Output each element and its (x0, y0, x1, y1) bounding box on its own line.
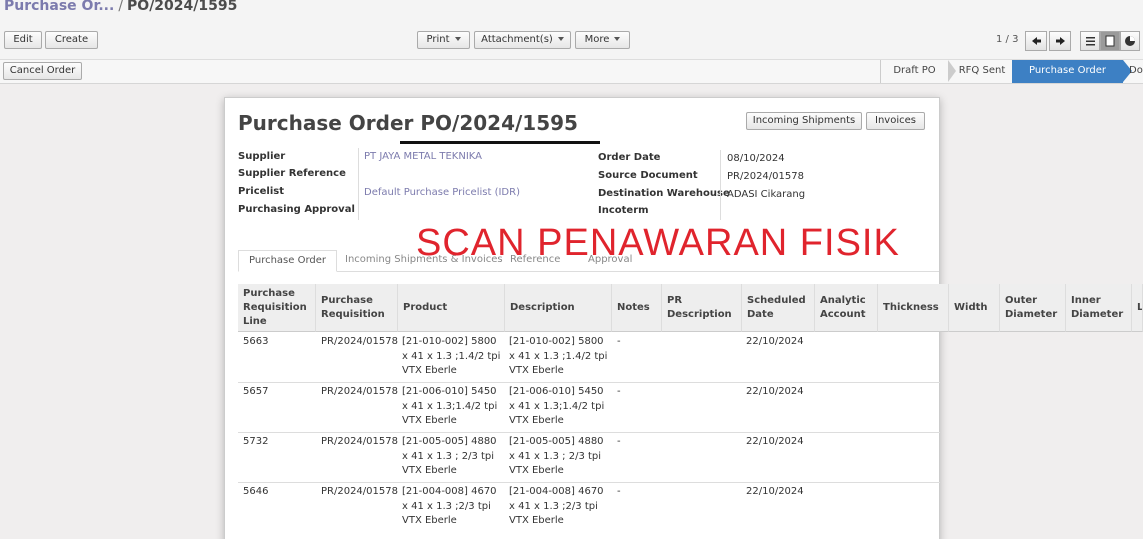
graph-view-button[interactable] (1120, 31, 1140, 51)
row-notes: - (617, 336, 621, 347)
title-number: PO/2024/1595 (420, 111, 578, 135)
row-notes: - (617, 386, 621, 397)
row-scheduled-date: 22/10/2024 (746, 436, 804, 447)
cancel-order-button[interactable]: Cancel Order (3, 62, 82, 80)
caret-down-icon (454, 37, 461, 41)
column-header[interactable]: L (1132, 284, 1143, 332)
purchasing-approval-label: Purchasing Approval (238, 204, 355, 215)
row-description: [21-004-008] 4670 x 41 x 1.3 ;2/3 tpi VT… (509, 486, 604, 526)
row-product: [21-006-010] 5450 x 41 x 1.3;1.4/2 tpi V… (402, 386, 498, 426)
row-description: [21-005-005] 4880 x 41 x 1.3 ; 2/3 tpi V… (509, 436, 604, 476)
order-date-field[interactable]: 08/10/2024 (727, 153, 785, 164)
page-title: Purchase Order PO/2024/1595 (238, 111, 578, 135)
breadcrumb-parent-link[interactable]: Purchase Or... (4, 0, 114, 14)
field-divider (358, 148, 359, 220)
column-header[interactable]: PR Description (662, 284, 742, 332)
source-document-field[interactable]: PR/2024/01578 (727, 171, 804, 182)
row-notes: - (617, 436, 621, 447)
more-dropdown[interactable]: More (575, 31, 630, 49)
row-notes: - (617, 486, 621, 497)
incoming-shipments-button[interactable]: Incoming Shipments (746, 112, 862, 130)
row-line-id: 5646 (243, 486, 269, 497)
status-bar: Cancel Order Draft PO RFQ Sent Purchase … (0, 60, 1143, 84)
form-icon (1105, 35, 1115, 47)
create-button[interactable]: Create (45, 31, 98, 49)
caret-down-icon (614, 37, 621, 41)
row-scheduled-date: 22/10/2024 (746, 486, 804, 497)
row-product: [21-004-008] 4670 x 41 x 1.3 ;2/3 tpi VT… (402, 486, 497, 526)
column-header[interactable]: Scheduled Date (742, 284, 815, 332)
pager-next-button[interactable] (1049, 31, 1071, 51)
column-header[interactable]: Width (949, 284, 1000, 332)
tab-purchase-order[interactable]: Purchase Order (238, 250, 338, 272)
order-date-label: Order Date (598, 152, 661, 163)
control-panel: Purchase Or... / PO/2024/1595 Edit Create … (0, 0, 1143, 60)
stage-rfq-sent[interactable]: RFQ Sent (950, 60, 1014, 83)
row-description: [21-006-010] 5450 x 41 x 1.3;1.4/2 tpi V… (509, 386, 605, 426)
row-requisition: PR/2024/01578 (321, 336, 398, 347)
scan-stamp-annotation: SCAN PENAWARAN FISIK (416, 222, 900, 264)
row-scheduled-date: 22/10/2024 (746, 386, 804, 397)
row-product: [21-005-005] 4880 x 41 x 1.3 ; 2/3 tpi V… (402, 436, 497, 476)
incoterm-label: Incoterm (598, 205, 649, 216)
edit-button[interactable]: Edit (4, 31, 42, 49)
column-header[interactable]: Purchase Requisition Line (238, 284, 316, 332)
column-header[interactable]: Purchase Requisition (316, 284, 398, 332)
print-label: Print (426, 34, 450, 45)
destination-warehouse-label: Destination Warehouse (598, 188, 730, 199)
pager-counter[interactable]: 1 / 3 (996, 34, 1018, 45)
column-header[interactable]: Notes (612, 284, 662, 332)
breadcrumb: Purchase Or... / PO/2024/1595 (4, 0, 237, 14)
title-prefix: Purchase Order (238, 111, 414, 135)
supplier-reference-label: Supplier Reference (238, 168, 346, 179)
source-document-label: Source Document (598, 170, 698, 181)
arrow-right-icon (1056, 37, 1065, 45)
print-dropdown[interactable]: Print (417, 31, 470, 49)
breadcrumb-current: PO/2024/1595 (127, 0, 238, 14)
row-line-id: 5663 (243, 336, 269, 347)
supplier-label: Supplier (238, 151, 286, 162)
list-icon (1086, 37, 1095, 46)
form-view-button[interactable] (1100, 31, 1120, 51)
stage-draft-po[interactable]: Draft PO (880, 60, 948, 83)
column-header[interactable]: Description (505, 284, 612, 332)
row-description: [21-010-002] 5800 x 41 x 1.3 ;1.4/2 tpi … (509, 336, 608, 376)
row-requisition: PR/2024/01578 (321, 486, 398, 497)
row-requisition: PR/2024/01578 (321, 436, 398, 447)
column-header[interactable]: Inner Diameter (1066, 284, 1132, 332)
supplier-field[interactable]: PT JAYA METAL TEKNIKA (364, 151, 482, 162)
column-header[interactable]: Outer Diameter (1000, 284, 1066, 332)
destination-warehouse-field[interactable]: ADASI Cikarang (727, 189, 805, 200)
pager-previous-button[interactable] (1025, 31, 1047, 51)
column-header[interactable]: Product (398, 284, 505, 332)
more-label: More (584, 34, 610, 45)
row-line-id: 5657 (243, 386, 269, 397)
stage-purchase-order[interactable]: Purchase Order (1012, 60, 1123, 83)
list-view-button[interactable] (1080, 31, 1100, 51)
attachments-dropdown[interactable]: Attachment(s) (474, 31, 571, 49)
column-header[interactable]: Analytic Account (815, 284, 878, 332)
attachments-label: Attachment(s) (481, 34, 553, 45)
row-product: [21-010-002] 5800 x 41 x 1.3 ;1.4/2 tpi … (402, 336, 501, 376)
breadcrumb-separator: / (118, 0, 124, 14)
pie-chart-icon (1125, 36, 1135, 46)
caret-down-icon (557, 37, 564, 41)
row-requisition: PR/2024/01578 (321, 386, 398, 397)
field-divider (720, 150, 721, 220)
stage-done[interactable]: Do (1129, 60, 1143, 83)
pricelist-field[interactable]: Default Purchase Pricelist (IDR) (364, 187, 520, 198)
handwritten-underline (400, 141, 600, 144)
column-header[interactable]: Thickness (878, 284, 949, 332)
row-line-id: 5732 (243, 436, 269, 447)
arrow-left-icon (1032, 37, 1041, 45)
pricelist-label: Pricelist (238, 186, 284, 197)
row-scheduled-date: 22/10/2024 (746, 336, 804, 347)
invoices-button[interactable]: Invoices (866, 112, 925, 130)
